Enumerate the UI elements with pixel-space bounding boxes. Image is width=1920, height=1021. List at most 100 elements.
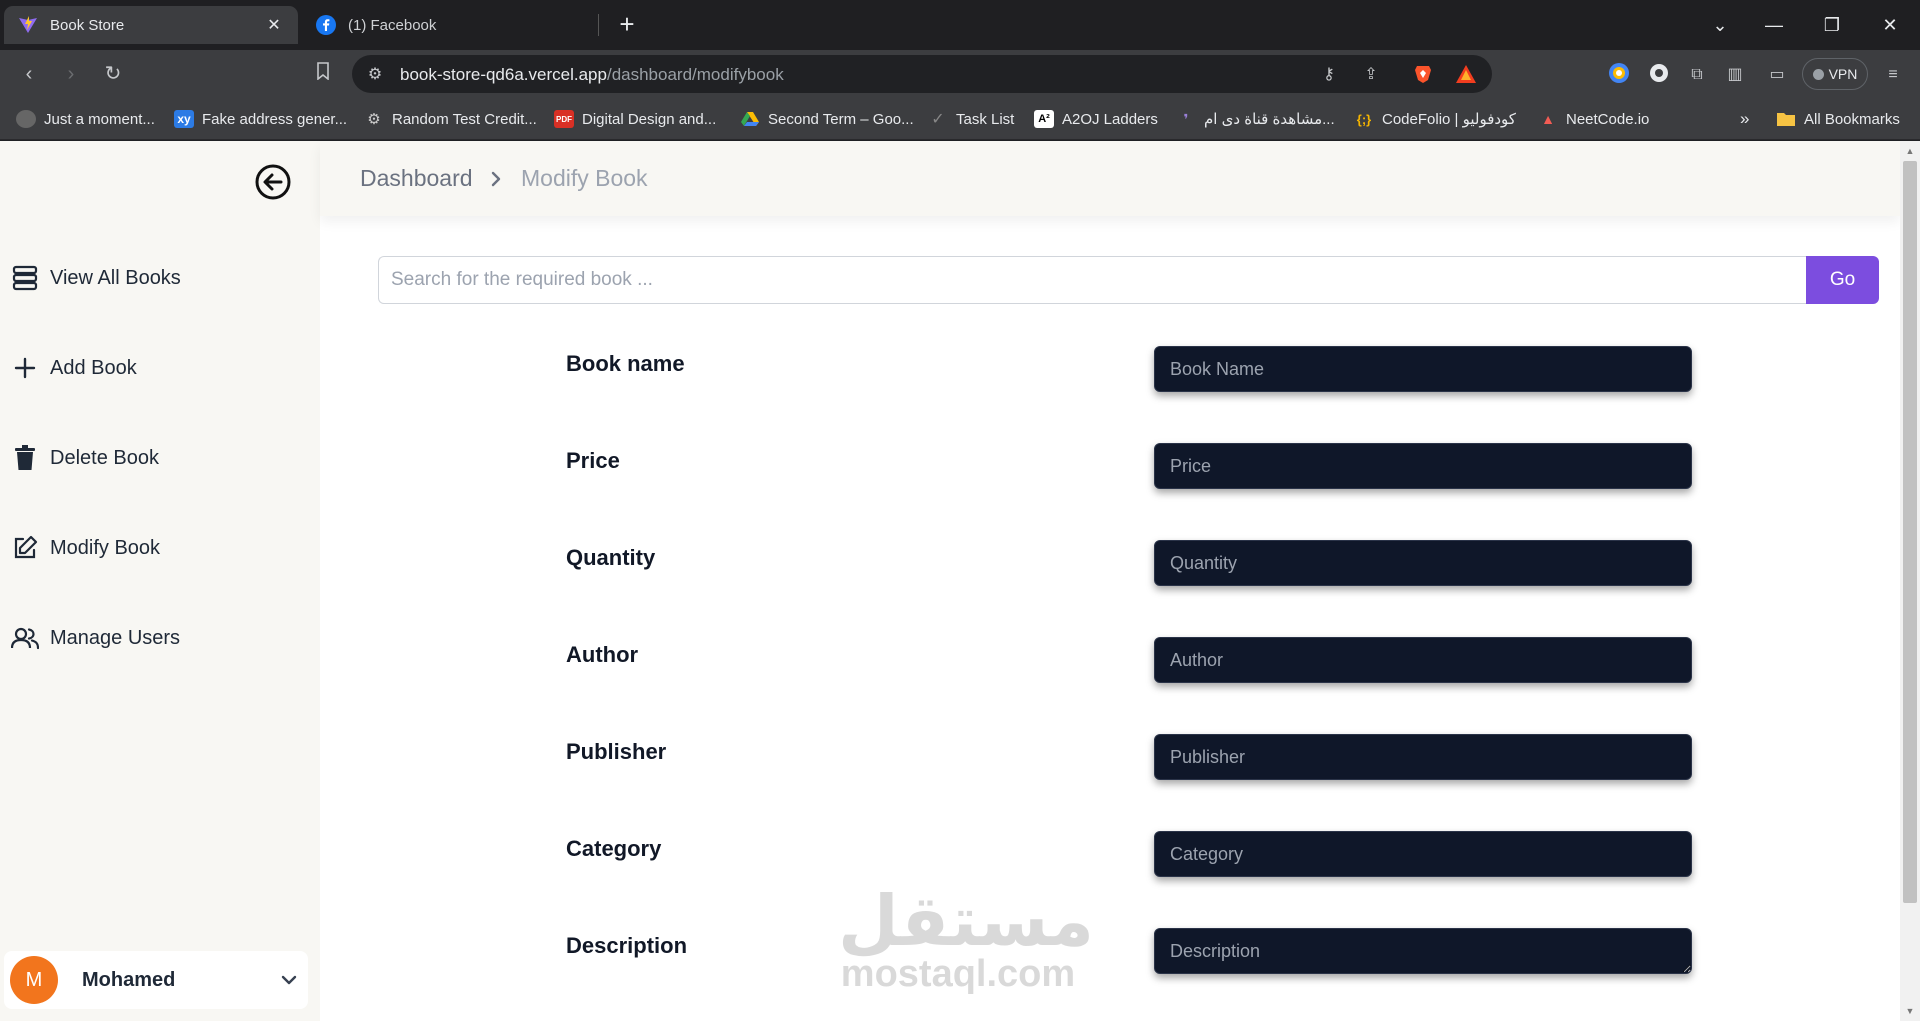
price-field[interactable] (1154, 443, 1692, 489)
breadcrumb-dashboard[interactable]: Dashboard (360, 165, 473, 192)
new-tab-button[interactable]: + (612, 10, 642, 40)
user-name: Mohamed (82, 968, 176, 991)
bookmark-page-icon[interactable] (308, 60, 338, 90)
a2oj-icon: A² (1034, 110, 1054, 128)
sidebar-item-label: Modify Book (50, 536, 161, 559)
scroll-up-icon[interactable]: ▲ (1904, 145, 1916, 157)
publisher-label: Publisher (566, 739, 667, 764)
codefolio-icon: {;} (1356, 111, 1372, 127)
vpn-button[interactable]: VPN (1802, 58, 1868, 90)
scrollbar-thumb[interactable] (1903, 161, 1917, 903)
sidebar: View All Books Add Book Delete Book Modi… (0, 141, 320, 1021)
bookmark-item[interactable]: ⚙ Random Test Credit... (364, 108, 537, 130)
user-menu[interactable]: M Mohamed (4, 951, 308, 1009)
key-icon[interactable]: ⚷ (1318, 64, 1340, 86)
tab-facebook[interactable]: (1) Facebook (306, 6, 596, 44)
rocket-icon: ▲ (1541, 111, 1555, 127)
bookmark-item[interactable]: ❜ مشاهدة قناة دى ام... (1176, 108, 1335, 130)
category-label: Category (566, 836, 662, 861)
puzzle-icon[interactable]: ⧉ (1684, 62, 1710, 88)
watermark-latin: mostaql.com (840, 953, 1076, 995)
vite-icon (18, 15, 38, 35)
bookmarks-bar: Just a moment... xy Fake address gener...… (0, 98, 1920, 140)
vpn-label: VPN (1828, 66, 1858, 82)
drive-icon (740, 110, 760, 128)
sidebar-item-label: Add Book (50, 356, 137, 379)
users-icon (10, 623, 40, 653)
facebook-icon (316, 15, 336, 35)
author-label: Author (566, 642, 639, 667)
book-name-label: Book name (566, 351, 685, 376)
watermark-logo: مستقل mostaql.com (838, 881, 1094, 1001)
check-icon: ✓ (931, 111, 945, 128)
bookmark-item[interactable]: xy Fake address gener... (174, 108, 347, 130)
site-icon: ❜ (1183, 110, 1189, 127)
forward-nav-icon[interactable]: › (56, 60, 86, 90)
plus-icon (10, 353, 40, 383)
back-arrow-icon[interactable] (254, 163, 292, 201)
url-text[interactable]: book-store-qd6a.vercel.app/dashboard/mod… (400, 65, 784, 85)
sidebar-toggle-icon[interactable]: ▥ (1722, 62, 1748, 88)
restore-button[interactable]: ❐ (1812, 10, 1852, 40)
close-window-button[interactable]: ✕ (1870, 10, 1910, 40)
avatar: M (10, 956, 58, 1004)
back-nav-icon[interactable]: ‹ (14, 60, 44, 90)
sidebar-item-view-all-books[interactable]: View All Books (10, 262, 181, 294)
reload-icon[interactable]: ↻ (98, 60, 128, 90)
trash-icon (10, 443, 40, 473)
vpn-status-dot (1812, 68, 1824, 80)
page-header: Dashboard Modify Book (320, 141, 1900, 216)
search-input[interactable] (378, 256, 1808, 304)
menu-icon[interactable]: ≡ (1880, 62, 1906, 88)
sidebar-item-delete-book[interactable]: Delete Book (10, 442, 159, 474)
quantity-field[interactable] (1154, 540, 1692, 586)
scroll-down-icon[interactable]: ▼ (1904, 1005, 1916, 1017)
bookmarks-overflow-button[interactable]: » (1740, 108, 1749, 130)
app-viewport: View All Books Add Book Delete Book Modi… (0, 141, 1920, 1021)
extension-icon[interactable] (1646, 62, 1672, 88)
extension-icon[interactable] (1606, 62, 1632, 88)
address-bar[interactable]: ⚙ book-store-qd6a.vercel.app/dashboard/m… (352, 55, 1492, 93)
share-icon[interactable]: ⇪ (1360, 64, 1382, 86)
go-button[interactable]: Go (1806, 256, 1879, 304)
bookmark-item[interactable]: ▲ NeetCode.io (1538, 108, 1649, 130)
tab-title: Book Store (50, 16, 125, 34)
browser-tab-strip: Book Store ✕ (1) Facebook + ⌄ — ❐ ✕ (0, 0, 1920, 50)
tab-search-icon[interactable]: ⌄ (1700, 10, 1740, 40)
price-label: Price (566, 448, 620, 473)
category-field[interactable] (1154, 831, 1692, 877)
tab-book-store[interactable]: Book Store ✕ (4, 6, 298, 44)
folder-icon (1776, 110, 1796, 128)
bookmark-item[interactable]: Just a moment... (16, 108, 155, 130)
tab-divider (598, 14, 599, 36)
gear-icon: ⚙ (367, 111, 381, 128)
sidebar-item-label: Delete Book (50, 446, 159, 469)
sidebar-item-modify-book[interactable]: Modify Book (10, 532, 160, 564)
bookmark-item[interactable]: ✓ Task List (928, 108, 1014, 130)
all-bookmarks-folder[interactable]: All Bookmarks (1776, 108, 1900, 130)
stack-icon (10, 263, 40, 293)
tab-title: (1) Facebook (348, 16, 437, 34)
close-tab-icon[interactable]: ✕ (264, 15, 284, 35)
chevron-down-icon[interactable] (276, 967, 302, 993)
brave-shield-icon[interactable] (1412, 64, 1434, 86)
breadcrumb-current: Modify Book (521, 165, 648, 191)
description-field[interactable] (1154, 928, 1692, 974)
minimize-button[interactable]: — (1754, 10, 1794, 40)
book-name-field[interactable] (1154, 346, 1692, 392)
brave-rewards-icon[interactable] (1455, 64, 1477, 86)
publisher-field[interactable] (1154, 734, 1692, 780)
sidebar-item-manage-users[interactable]: Manage Users (10, 622, 180, 654)
pdf-icon: PDF (554, 110, 574, 128)
wallet-icon[interactable]: ▭ (1764, 62, 1790, 88)
author-field[interactable] (1154, 637, 1692, 683)
bookmark-item[interactable]: {;} CodeFolio | كودفوليو (1354, 108, 1516, 130)
site-settings-icon[interactable]: ⚙ (364, 64, 386, 86)
xy-icon: xy (174, 110, 194, 128)
sidebar-item-add-book[interactable]: Add Book (10, 352, 137, 384)
quantity-label: Quantity (566, 545, 656, 570)
bookmark-item[interactable]: A² A2OJ Ladders (1034, 108, 1158, 130)
sidebar-item-label: View All Books (50, 266, 181, 289)
bookmark-item[interactable]: Second Term – Goo... (740, 108, 914, 130)
bookmark-item[interactable]: PDF Digital Design and... (554, 108, 716, 130)
